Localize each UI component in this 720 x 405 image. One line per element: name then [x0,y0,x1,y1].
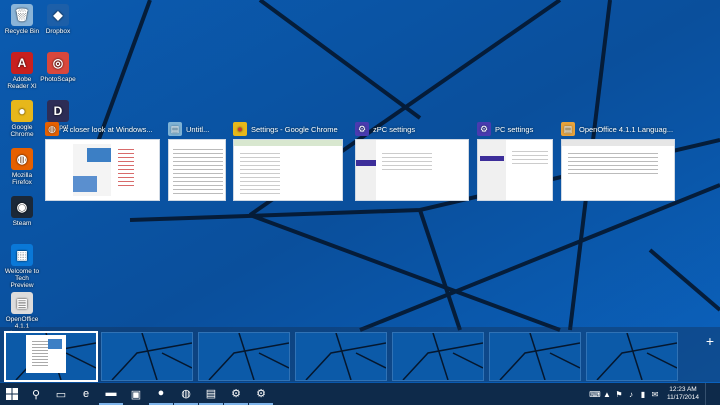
clock-date: 11/17/2014 [666,394,699,401]
desktop-icon-label: Recycle Bin [4,28,40,35]
window-thumb-notepad[interactable]: ▤ Untitl... [168,121,226,201]
internet-explorer-icon: e [82,388,90,400]
virtual-desktops-bar: + [0,327,720,382]
system-tray: ⌨ ▲ ⚑ ♪ ▮ ✉ 12:23 AM 11/17/2014 [589,383,720,405]
app-icon: 🗑 [11,4,33,26]
virtual-desktop-thumb[interactable] [586,332,678,381]
openoffice-icon: ▤ [561,122,575,136]
taskbar-file-explorer-button[interactable]: ▬ [99,383,123,405]
tray-icon[interactable]: ✉ [649,390,661,399]
app-icon: ◉ [11,196,33,218]
gear-icon: ⚙ [477,122,491,136]
tray-icon[interactable]: ▲ [601,390,613,399]
desktop-icon-label: Steam [12,220,32,227]
desktop-icon[interactable]: ▦ Welcome to Tech Preview [4,244,40,289]
window-preview [355,139,469,201]
desktop-icon-label: PhotoScape [40,76,76,83]
add-desktop-button[interactable]: + [703,333,717,349]
window-preview [477,139,553,201]
taskbar-notepad-button[interactable]: ▤ [199,383,223,405]
notepad-icon: ▤ [205,387,217,400]
app-icon: A [11,52,33,74]
window-preview [233,139,343,201]
pc-settings-icon: ⚙ [231,387,241,400]
chrome-icon: ● [233,122,247,136]
app-icon: ◍ [11,148,33,170]
desktop-icon-label: Adobe Reader XI [7,76,37,90]
gear-icon: ⚙ [355,122,369,136]
window-title: OpenOffice 4.1.1 Languag... [579,124,674,134]
app-icon: ◎ [47,52,69,74]
app-icon: ▦ [11,244,33,266]
window-title: Untitl... [186,124,210,134]
window-title: PC settings [495,124,534,134]
virtual-desktop-thumb[interactable] [392,332,484,381]
window-thumb-firefox[interactable]: ◍ A closer look at Windows... [45,121,160,201]
windows-logo-icon[interactable] [0,383,24,405]
app-icon: D [47,100,69,122]
desktop-icon[interactable]: ◎ PhotoScape [40,52,76,83]
virtual-desktop-thumb[interactable] [295,332,387,381]
window-title: Settings - Google Chrome [251,124,338,134]
clock-time: 12:23 AM [669,386,697,393]
desktop-icon-label: Mozilla Firefox [11,172,33,186]
app-icon: ▤ [11,292,33,314]
taskbar-zpc-settings-button[interactable]: ⚙ [249,383,273,405]
window-thumb-pc-settings[interactable]: ⚙ PC settings [477,121,553,201]
chrome-icon: ● [157,387,165,399]
tray-icon[interactable]: ♪ [625,390,637,399]
window-preview [561,139,675,201]
desktop-icon-label: Dropbox [45,28,71,35]
virtual-desktop-thumb[interactable] [101,332,193,381]
desktop-icon[interactable]: ● Google Chrome [4,100,40,138]
desktop-icon[interactable]: ◆ Dropbox [40,4,76,35]
virtual-desktop-thumb[interactable] [489,332,581,381]
window-preview [168,139,226,201]
virtual-desktop-thumb[interactable] [198,332,290,381]
tray-icon[interactable]: ▮ [637,390,649,399]
store-icon: ▣ [130,388,142,401]
window-thumb-chrome[interactable]: ● Settings - Google Chrome [233,121,343,201]
window-title: A closer look at Windows... [63,124,153,134]
taskbar-pc-settings-button[interactable]: ⚙ [224,383,248,405]
taskbar-internet-explorer-button[interactable]: e [74,383,98,405]
tray-icon[interactable]: ⚑ [613,390,625,399]
firefox-icon: ◍ [181,387,191,400]
app-icon: ◆ [47,4,69,26]
search-icon: ⚲ [31,388,41,401]
taskbar-chrome-button[interactable]: ● [149,383,173,405]
taskbar-firefox-button[interactable]: ◍ [174,383,198,405]
desktop-icon[interactable]: 🗑 Recycle Bin [4,4,40,35]
desktop-icon[interactable]: A Adobe Reader XI [4,52,40,90]
desktop-preview-window [26,335,66,373]
task-view-icon: ▭ [55,388,67,401]
tray-icon[interactable]: ⌨ [589,390,601,399]
desktop-icon-label: Welcome to Tech Preview [4,268,40,289]
window-thumb-zpc-settings[interactable]: ⚙ zPC settings [355,121,469,201]
window-thumb-openoffice[interactable]: ▤ OpenOffice 4.1.1 Languag... [561,121,675,201]
app-icon: ● [11,100,33,122]
desktop-icon[interactable]: ◍ Mozilla Firefox [4,148,40,186]
taskbar-store-button[interactable]: ▣ [124,383,148,405]
desktop-icon[interactable]: ◉ Steam [4,196,40,227]
file-explorer-icon: ▬ [105,387,117,399]
notepad-icon: ▤ [168,122,182,136]
taskbar: ⚲ ▭ e ▬ ▣ ● ◍ ▤ ⚙ ⚙ ⌨ ▲ ⚑ ♪ ▮ ✉ 12:23 AM 11/17/2014 [0,383,720,405]
virtual-desktop-thumb[interactable] [4,331,98,382]
zpc-settings-icon: ⚙ [256,387,266,400]
taskbar-search-button[interactable]: ⚲ [24,383,48,405]
window-preview [45,139,160,201]
clock[interactable]: 12:23 AM 11/17/2014 [667,386,699,402]
window-title: zPC settings [373,124,416,134]
notifications-icon[interactable] [705,383,720,405]
firefox-icon: ◍ [45,122,59,136]
taskbar-task-view-button[interactable]: ▭ [49,383,73,405]
desktop-icon-label: Google Chrome [10,124,34,138]
